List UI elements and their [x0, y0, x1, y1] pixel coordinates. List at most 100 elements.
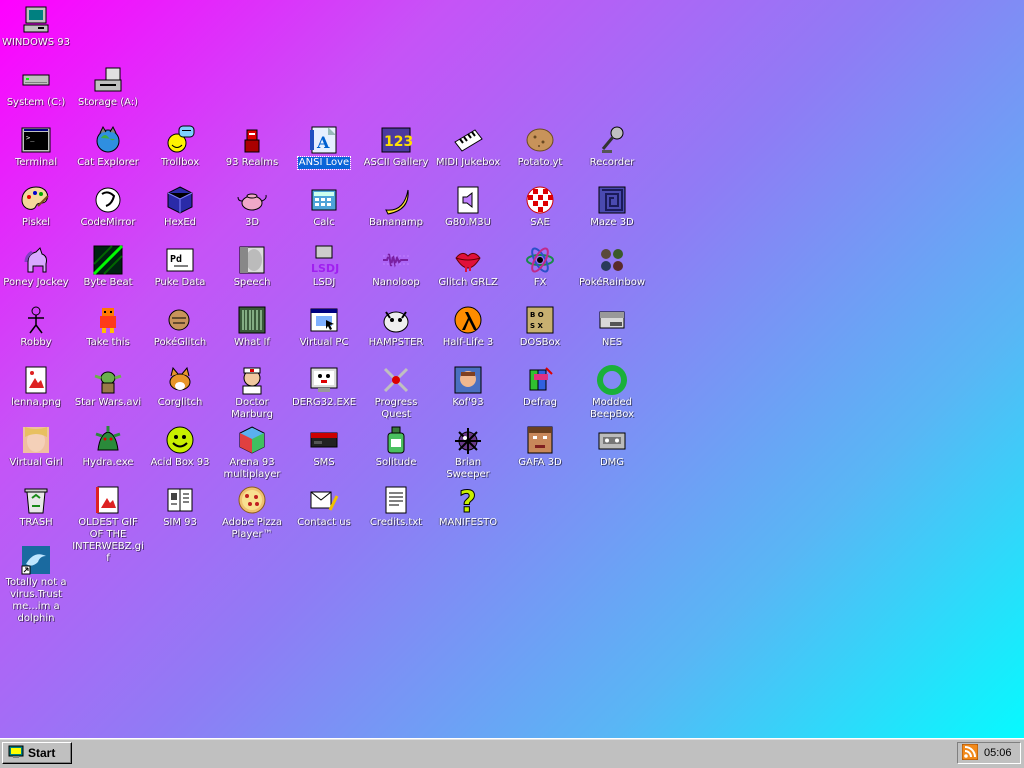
cassette-icon [596, 424, 628, 456]
desktop-icon-label: Maze 3D [590, 217, 634, 228]
desktop-icon-hydra-exe[interactable]: Hydra.exe [72, 424, 144, 484]
desktop-icon-label: WINDOWS 93 [1, 37, 71, 48]
desktop-icon-adobe-pizza-player[interactable]: Adobe Pizza Player™ [216, 484, 288, 544]
desktop-icon-label: Kof'93 [452, 397, 484, 408]
desktop-icon-ansi-love[interactable]: A ANSI Love [288, 124, 360, 184]
desktop-icon-label: Trollbox [160, 157, 200, 168]
desktop-icon-defrag[interactable]: Defrag [504, 364, 576, 424]
desktop-icon-trollbox[interactable]: Trollbox [144, 124, 216, 184]
desktop-icon-93-realms[interactable]: 93 Realms [216, 124, 288, 184]
desktop-icon-hampster[interactable]: HAMPSTER [360, 304, 432, 364]
desktop-icon-label: ANSI Love [296, 156, 352, 170]
desktop-icon-what-if[interactable]: What If [216, 304, 288, 364]
desktop-icon-g80-m3u[interactable]: G80.M3U [432, 184, 504, 244]
desktop-icon-label: Arena 93 multiplayer [223, 457, 281, 480]
desktop-icon-star-wars-avi[interactable]: Star Wars.avi [72, 364, 144, 424]
desktop-icon-pok-rainbow[interactable]: PokéRainbow [576, 244, 648, 304]
desktop-icon-half-life-3[interactable]: Half-Life 3 [432, 304, 504, 364]
desktop-icon-trash[interactable]: TRASH [0, 484, 72, 544]
desktop-icon-sae[interactable]: SAE [504, 184, 576, 244]
desktop-icon-sim-93[interactable]: SIM 93 [144, 484, 216, 544]
desktop-icon-potato-yt[interactable]: Potato.yt [504, 124, 576, 184]
desktop-icon-label: Calc [313, 217, 335, 228]
desktop-icon-contact-us[interactable]: Contact us [288, 484, 360, 544]
desktop-icon-totally-not-a-virus-trust-me-im-a-dolphin[interactable]: Totally not a virus.Trust me...im a dolp… [0, 544, 72, 624]
desktop-icon-label: Puke Data [154, 277, 206, 288]
desktop-icon-hexed[interactable]: HexEd [144, 184, 216, 244]
desktop-icon-glitch-grlz[interactable]: Glitch GRLZ [432, 244, 504, 304]
computer-icon [20, 4, 52, 36]
desktop-icon-label: G80.M3U [445, 217, 491, 228]
speech-face-icon [236, 244, 268, 276]
desktop-icon-robby[interactable]: Robby [0, 304, 72, 364]
desktop-icon-acid-box-93[interactable]: Acid Box 93 [144, 424, 216, 484]
atom-icon [524, 244, 556, 276]
teapot-icon [236, 184, 268, 216]
start-button[interactable]: Start [2, 742, 72, 764]
desktop-icon-label: Totally not a virus.Trust me...im a dolp… [5, 577, 67, 624]
pizza-icon [236, 484, 268, 516]
rss-feed-icon[interactable] [961, 743, 979, 763]
desktop-icon-maze-3d[interactable]: Maze 3D [576, 184, 648, 244]
maze-icon [596, 184, 628, 216]
desktop-icon-label: Corglitch [157, 397, 203, 408]
desktop-icon-kof-93[interactable]: Kof'93 [432, 364, 504, 424]
desktop-icon-recorder[interactable]: Recorder [576, 124, 648, 184]
desktop-icon-solitude[interactable]: Solitude [360, 424, 432, 484]
desktop-icon-doctor-marburg[interactable]: Doctor Marburg [216, 364, 288, 424]
desktop-icon-calc[interactable]: Calc [288, 184, 360, 244]
desktop-icon-label: Doctor Marburg [231, 397, 273, 420]
desktop-icon-pok-glitch[interactable]: PokéGlitch [144, 304, 216, 364]
window-cursor-icon [308, 304, 340, 336]
desktop-icon-sms[interactable]: SMS [288, 424, 360, 484]
desktop-icon-take-this[interactable]: Take this [72, 304, 144, 364]
desktop-icon-virtual-pc[interactable]: Virtual PC [288, 304, 360, 364]
desktop-icon-progress-quest[interactable]: Progress Quest [360, 364, 432, 424]
desktop-icon-gafa-3d[interactable]: GAFA 3D [504, 424, 576, 484]
desktop-icon-modded-beepbox[interactable]: Modded BeepBox [576, 364, 648, 424]
desktop-icon-arena-93-multiplayer[interactable]: Arena 93 multiplayer [216, 424, 288, 484]
desktop-icon-ascii-gallery[interactable]: 123 ASCII Gallery [360, 124, 432, 184]
desktop-icon-label: TRASH [19, 517, 53, 528]
desktop-icon-speech[interactable]: Speech [216, 244, 288, 304]
desktop-icon-nes[interactable]: NES [576, 304, 648, 364]
desktop-icon-derg32-exe[interactable]: DERG32.EXE [288, 364, 360, 424]
desktop-icon-virtual-girl[interactable]: Virtual Girl [0, 424, 72, 484]
desktop-icon-poney-jockey[interactable]: Poney Jockey [0, 244, 72, 304]
desktop-icon-cat-explorer[interactable]: Cat Explorer [72, 124, 144, 184]
desktop-icon-3d[interactable]: 3D [216, 184, 288, 244]
desktop-icon-codemirror[interactable]: CodeMirror [72, 184, 144, 244]
desktop-icon-oldest-gif-of-the-interwebz-gif[interactable]: OLDEST GIF OF THE INTERWEBZ.gif [72, 484, 144, 564]
desktop-icon-label: DERG32.EXE [291, 397, 357, 408]
svg-text:Pd: Pd [170, 254, 182, 265]
stick-figure-icon [20, 304, 52, 336]
desktop-icon-bananamp[interactable]: Bananamp [360, 184, 432, 244]
desktop-icon-dosbox[interactable]: B O S X DOSBox [504, 304, 576, 364]
desktop-icon-corglitch[interactable]: Corglitch [144, 364, 216, 424]
desktop-icon-label: SAE [530, 217, 550, 228]
desktop-icon-puke-data[interactable]: Pd Puke Data [144, 244, 216, 304]
desktop-icon-system-c[interactable]: System (C:) [0, 64, 72, 124]
acid-smiley-icon [164, 424, 196, 456]
desktop-icon-fx[interactable]: FX [504, 244, 576, 304]
desktop-icon-piskel[interactable]: Piskel [0, 184, 72, 244]
desktop-icon-lsdj[interactable]: LSDJ LSDJ [288, 244, 360, 304]
desktop-icon-brian-sweeper[interactable]: Brian Sweeper [432, 424, 504, 484]
desktop-icon-lenna-png[interactable]: lenna.png [0, 364, 72, 424]
desktop-icon-nanoloop[interactable]: Nanoloop [360, 244, 432, 304]
desktop-icon-byte-beat[interactable]: Byte Beat [72, 244, 144, 304]
bottle-icon [380, 424, 412, 456]
desktop-icon-credits-txt[interactable]: Credits.txt [360, 484, 432, 544]
waveform-icon [380, 244, 412, 276]
desktop-icon-terminal[interactable]: >_ Terminal [0, 124, 72, 184]
desktop-icon-storage-a[interactable]: Storage (A:) [72, 64, 144, 124]
desktop-icon-windows-93[interactable]: WINDOWS 93 [0, 4, 72, 64]
desktop-icon-manifesto[interactable]: ? MANIFESTO [432, 484, 504, 544]
desktop-icon-label: Storage (A:) [77, 97, 139, 108]
desktop-icon-dmg[interactable]: DMG [576, 424, 648, 484]
ansi-letter-icon: A [308, 124, 340, 156]
clock: 05:06 [984, 747, 1012, 759]
hydra-icon [92, 424, 124, 456]
desktop-icon-midi-jukebox[interactable]: MIDI Jukebox [432, 124, 504, 184]
desktop-icon-label: HexEd [163, 217, 197, 228]
